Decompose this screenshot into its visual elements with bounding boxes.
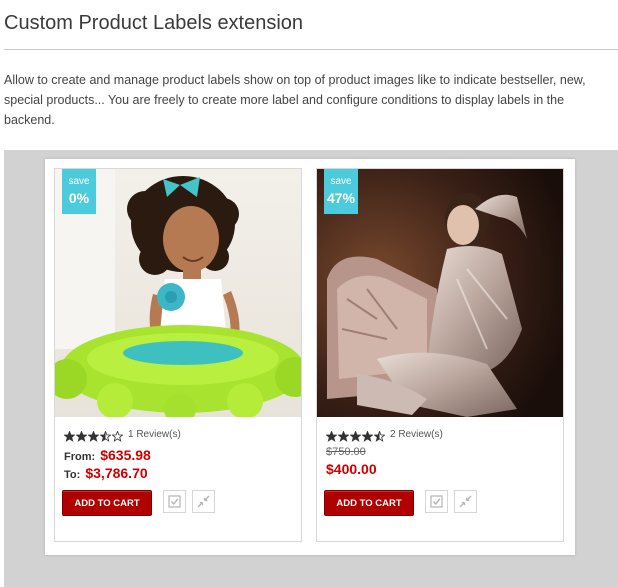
discount-badge: save 0% xyxy=(62,169,96,214)
star-icon xyxy=(75,429,88,442)
badge-value: 47% xyxy=(326,190,356,206)
wishlist-icon xyxy=(168,495,181,508)
star-icon xyxy=(63,429,76,442)
compare-button[interactable] xyxy=(454,490,477,513)
price-from: From: $635.98 xyxy=(64,447,151,463)
star-icon xyxy=(111,429,124,442)
price-from-value: $635.98 xyxy=(100,447,151,463)
wishlist-button[interactable] xyxy=(163,490,186,513)
price-to: To: $3,786.70 xyxy=(64,465,148,481)
star-icon xyxy=(361,429,374,442)
badge-value: 0% xyxy=(68,190,90,206)
reviews-link[interactable]: 2 Review(s) xyxy=(390,429,443,440)
old-price: $750.00 xyxy=(326,446,366,458)
product-grid: save 0% 1 Review(s) From: $635.98 To: $3… xyxy=(45,159,575,555)
add-to-cart-button[interactable]: ADD TO CART xyxy=(62,490,152,516)
product-image-2[interactable]: save 47% xyxy=(317,169,563,417)
price-to-value: $3,786.70 xyxy=(85,465,148,481)
compare-button[interactable] xyxy=(192,490,215,513)
product-showcase: save 0% 1 Review(s) From: $635.98 To: $3… xyxy=(4,150,618,587)
star-icon xyxy=(99,429,112,442)
discount-badge: save 47% xyxy=(324,169,358,214)
add-to-cart-button[interactable]: ADD TO CART xyxy=(324,490,414,516)
star-icon xyxy=(325,429,338,442)
compare-icon xyxy=(459,495,472,508)
product-card-1: save 0% 1 Review(s) From: $635.98 To: $3… xyxy=(54,168,302,542)
special-price: $400.00 xyxy=(326,461,377,477)
page-title: Custom Product Labels extension xyxy=(4,12,304,34)
badge-label: save xyxy=(330,176,352,187)
badge-label: save xyxy=(68,176,90,187)
star-icon xyxy=(349,429,362,442)
wishlist-icon xyxy=(430,495,443,508)
star-icon xyxy=(87,429,100,442)
rating-row: 1 Review(s) xyxy=(63,427,181,442)
rating-row: 2 Review(s) xyxy=(325,427,443,442)
title-divider xyxy=(4,49,618,50)
extension-description: Allow to create and manage product label… xyxy=(4,73,586,127)
reviews-link[interactable]: 1 Review(s) xyxy=(128,429,181,440)
rating-stars xyxy=(63,429,124,442)
price-to-label: To: xyxy=(64,469,81,481)
price-from-label: From: xyxy=(64,451,96,463)
compare-icon xyxy=(197,495,210,508)
product-image-1[interactable]: save 0% xyxy=(55,169,301,417)
star-icon xyxy=(373,429,386,442)
star-icon xyxy=(337,429,350,442)
wishlist-button[interactable] xyxy=(425,490,448,513)
product-card-2: save 47% 2 Review(s) $750.00 $400.00 ADD… xyxy=(316,168,564,542)
rating-stars xyxy=(325,429,386,442)
